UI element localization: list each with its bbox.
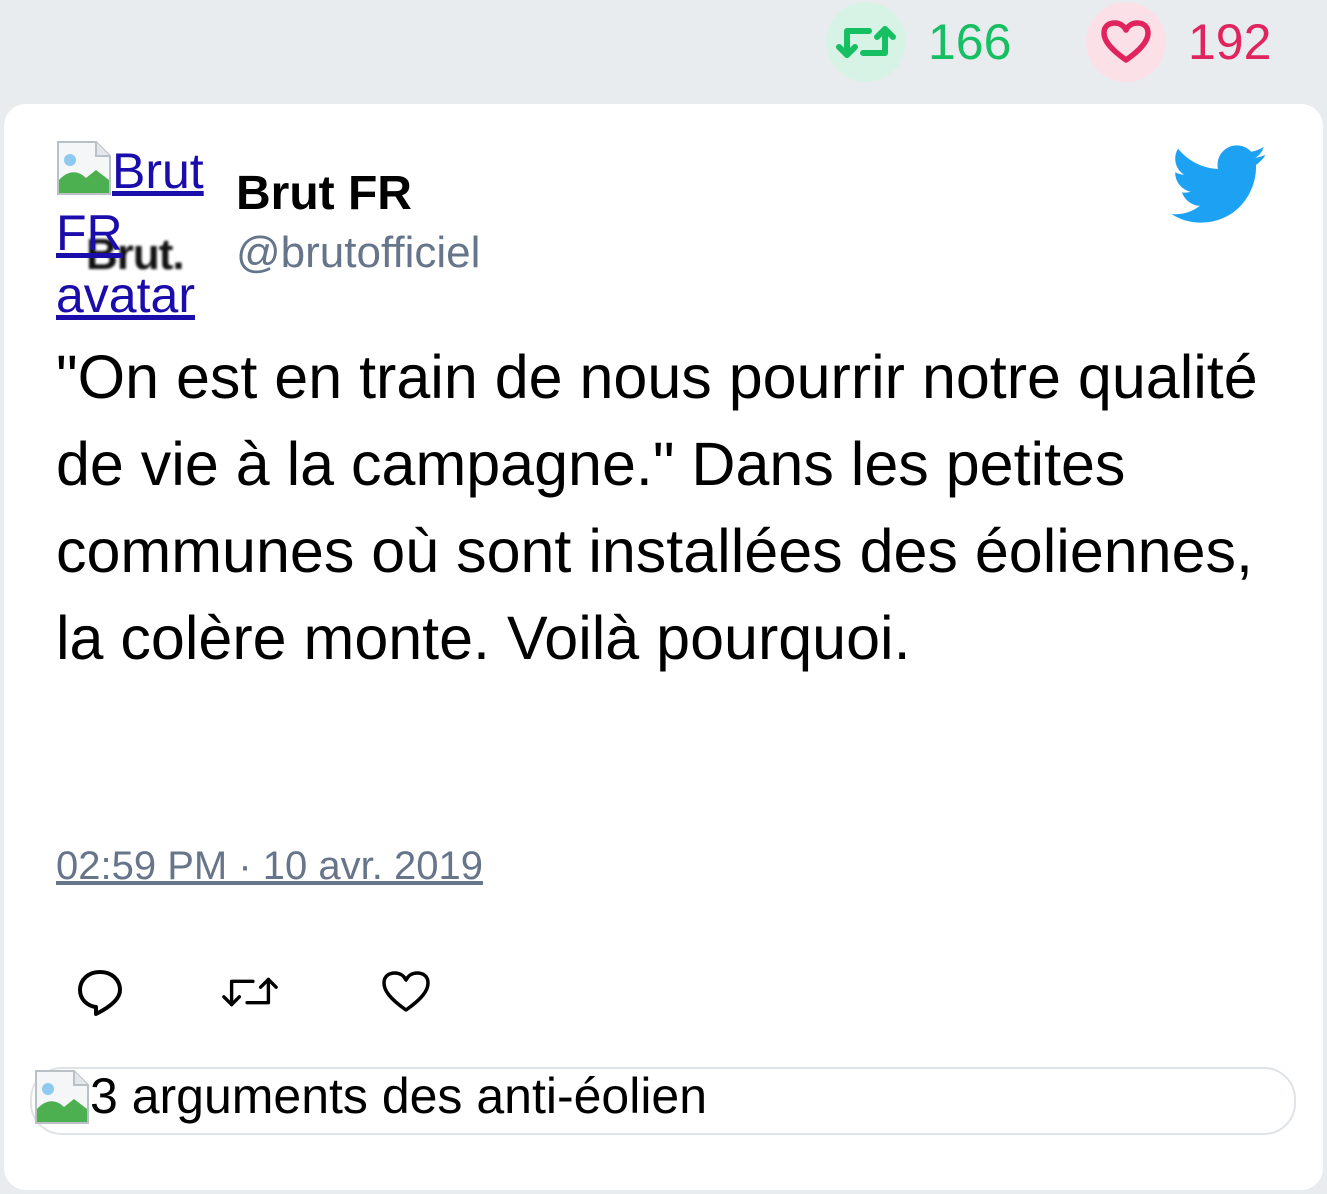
reply-icon[interactable] bbox=[70, 962, 130, 1022]
tweet-text: "On est en train de nous pourrir notre q… bbox=[56, 343, 1258, 672]
avatar[interactable]: Brut. Brut FR avatar bbox=[56, 140, 216, 323]
broken-image-icon bbox=[35, 1070, 89, 1124]
like-stat[interactable]: 192 bbox=[1086, 0, 1271, 84]
tweet-timestamp[interactable]: 02:59 PM · 10 avr. 2019 bbox=[56, 844, 483, 889]
twitter-bird-icon[interactable] bbox=[1172, 144, 1268, 226]
heart-icon[interactable] bbox=[1086, 2, 1166, 82]
author-handle[interactable]: @brutofficiel bbox=[236, 228, 480, 278]
like-count: 192 bbox=[1188, 14, 1272, 70]
avatar-alt-text[interactable]: Brut FR avatar bbox=[56, 140, 226, 326]
retweet-icon[interactable] bbox=[220, 962, 280, 1022]
link-preview-title[interactable]: 3 arguments des anti-éolien bbox=[90, 1067, 707, 1125]
retweet-stat[interactable]: 166 bbox=[826, 0, 1011, 84]
tweet-card: Brut. Brut FR avatar Brut FR @brutoffici… bbox=[4, 104, 1323, 1190]
link-preview-card[interactable]: 3 arguments des anti-éolien bbox=[30, 1067, 1296, 1135]
author-name[interactable]: Brut FR bbox=[236, 166, 412, 221]
tweet-stats-bar: 166 192 bbox=[0, 0, 1327, 104]
retweet-count: 166 bbox=[928, 14, 1012, 70]
retweet-icon[interactable] bbox=[826, 2, 906, 82]
like-icon[interactable] bbox=[376, 962, 436, 1022]
